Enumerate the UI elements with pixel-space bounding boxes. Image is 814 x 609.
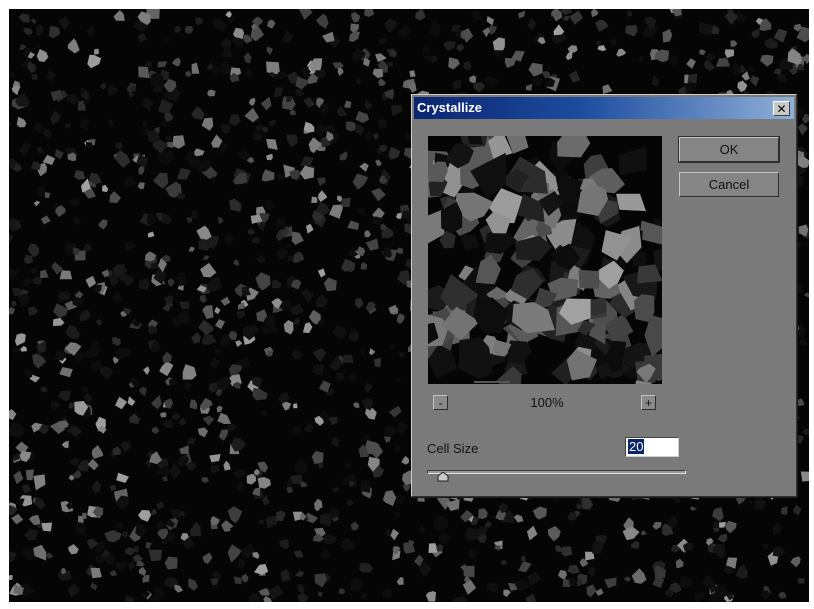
crystal-cell <box>24 368 33 378</box>
crystal-cell <box>578 269 601 289</box>
zoom-in-button[interactable]: + <box>641 395 656 410</box>
cancel-button[interactable]: Cancel <box>679 172 779 197</box>
close-icon: ✕ <box>776 101 787 116</box>
crystal-cell <box>374 357 381 368</box>
preview-crystal-pattern <box>428 136 662 384</box>
crystal-cell <box>85 141 93 148</box>
crystal-cell <box>561 546 573 557</box>
crystal-cell <box>293 403 298 409</box>
slider-thumb[interactable] <box>437 472 449 482</box>
ok-button[interactable]: OK <box>679 137 779 162</box>
crystal-cell <box>138 66 150 79</box>
crystal-cell <box>341 197 351 208</box>
plus-icon: + <box>644 395 652 410</box>
filter-preview[interactable] <box>428 136 662 384</box>
crystal-cell <box>342 354 354 363</box>
zoom-out-button[interactable]: - <box>433 395 448 410</box>
dialog-titlebar[interactable]: Crystallize ✕ <box>414 97 794 119</box>
cell-size-input[interactable]: 20 <box>625 437 679 457</box>
crystal-cell <box>311 196 318 203</box>
crystal-cell <box>797 578 805 584</box>
crystal-cell <box>41 522 53 532</box>
crystal-cell <box>59 270 73 280</box>
crystallize-dialog: Crystallize ✕ OK Cancel - 100% + Cell Si… <box>411 94 797 497</box>
preview-scroll-indicator <box>474 381 510 383</box>
crystal-cell <box>360 480 371 493</box>
close-button[interactable]: ✕ <box>773 101 790 116</box>
dialog-title: Crystallize <box>417 100 483 115</box>
cell-size-label: Cell Size <box>427 441 479 456</box>
cell-size-value: 20 <box>628 439 645 454</box>
crystal-cell <box>287 255 294 262</box>
zoom-level: 100% <box>530 395 564 410</box>
crystal-cell <box>451 24 461 32</box>
cell-size-slider[interactable] <box>427 470 686 474</box>
minus-icon: - <box>438 395 443 410</box>
